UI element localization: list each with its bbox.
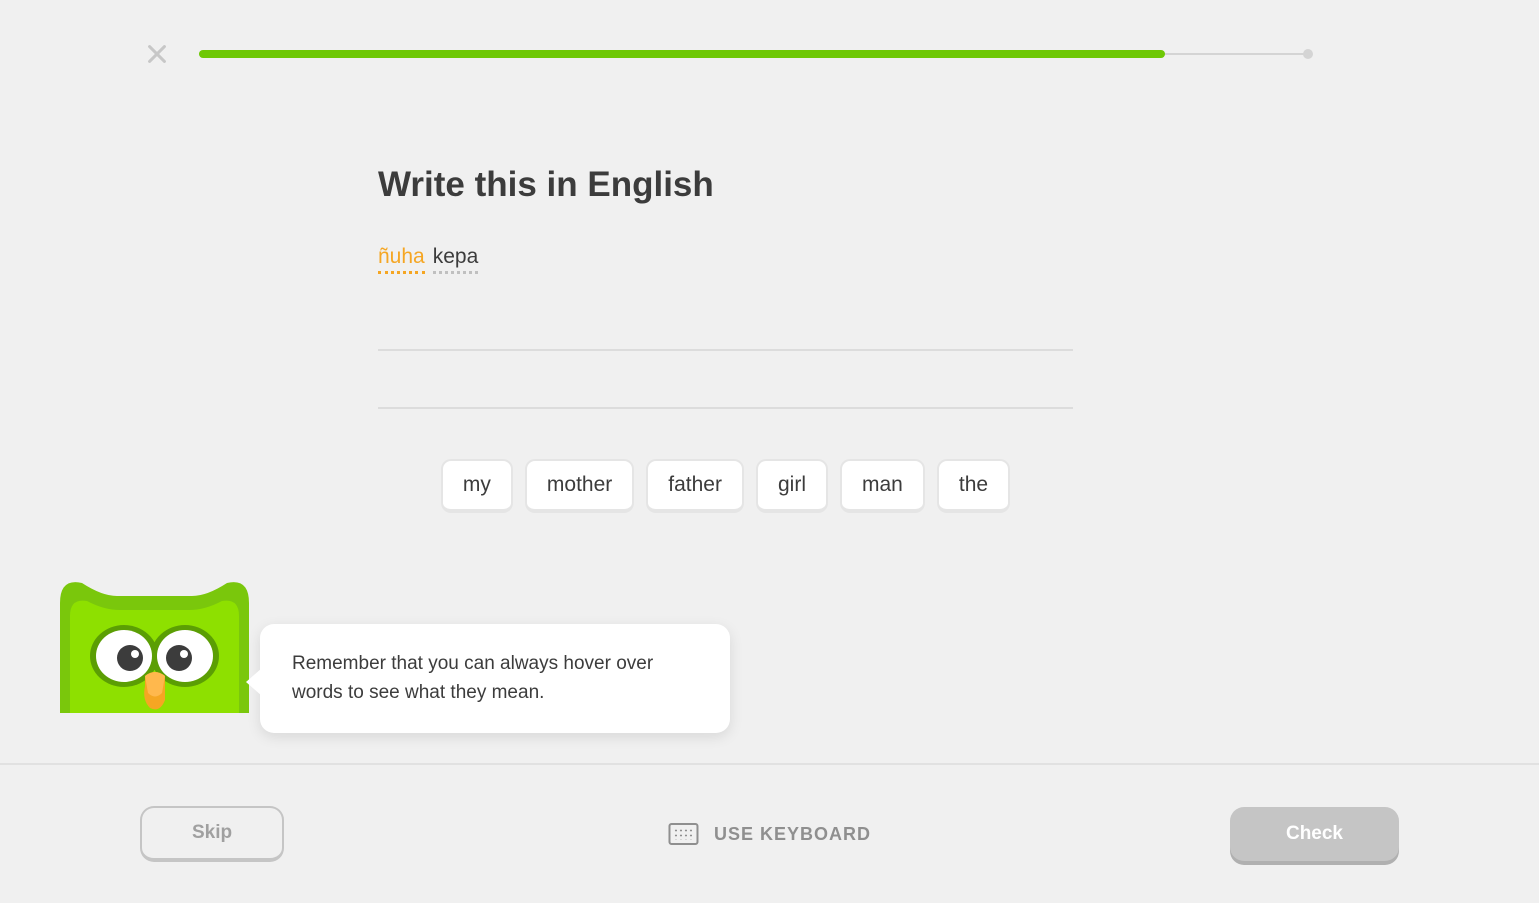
hint-bubble: Remember that you can always hover over … (260, 624, 730, 733)
progress-fill (199, 50, 1165, 58)
close-icon[interactable] (145, 42, 169, 66)
skip-button[interactable]: Skip (140, 806, 284, 862)
prompt-word-0[interactable]: ñuha (378, 245, 425, 274)
keyboard-label: USE KEYBOARD (714, 824, 871, 845)
prompt-word-1[interactable]: kepa (433, 245, 479, 274)
word-tile-my[interactable]: my (441, 459, 513, 513)
check-button[interactable]: Check (1230, 807, 1399, 861)
hint-text: Remember that you can always hover over … (292, 653, 653, 703)
progress-bar (199, 50, 1309, 58)
word-bank: mymotherfathergirlmanthe (378, 459, 1073, 513)
bottom-bar: Skip USE KEYBOARD Check (0, 763, 1539, 903)
prompt-sentence: ñuha kepa (378, 245, 1073, 274)
exercise-title: Write this in English (378, 165, 1073, 205)
answer-area[interactable] (378, 349, 1073, 409)
keyboard-icon (668, 823, 698, 845)
word-tile-girl[interactable]: girl (756, 459, 828, 513)
exercise-content: Write this in English ñuha kepa mymotherf… (378, 165, 1073, 513)
use-keyboard-toggle[interactable]: USE KEYBOARD (668, 823, 871, 845)
word-tile-the[interactable]: the (937, 459, 1010, 513)
progress-end-dot (1303, 49, 1313, 59)
top-bar (145, 42, 1309, 66)
word-tile-mother[interactable]: mother (525, 459, 634, 513)
word-tile-man[interactable]: man (840, 459, 925, 513)
word-tile-father[interactable]: father (646, 459, 744, 513)
owl-mascot (52, 568, 257, 713)
